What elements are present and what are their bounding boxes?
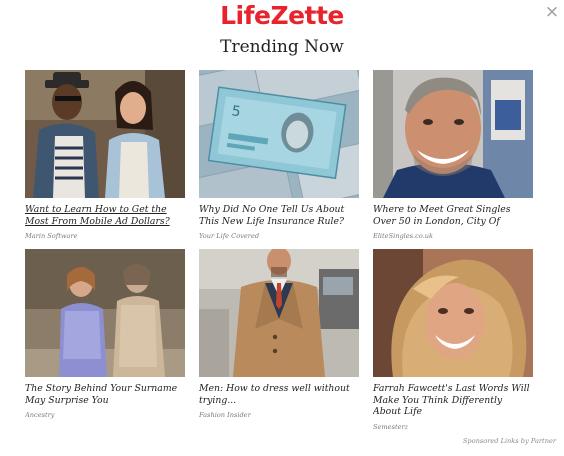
card-source: Fashion Insider: [199, 411, 251, 419]
smiling-man-photo[interactable]: [373, 70, 533, 198]
card-title[interactable]: Want to Learn How to Get the Most From M…: [25, 204, 185, 227]
banknotes-photo[interactable]: 5: [199, 70, 359, 198]
recommendation-card[interactable]: 5 Why Did No One Tell Us About This New …: [199, 70, 359, 249]
card-source: EliteSingles.co.uk: [373, 232, 434, 240]
recommendation-card[interactable]: Men: How to dress well without trying...…: [199, 249, 359, 432]
sponsored-links-label[interactable]: Sponsored Links by Partner: [463, 437, 556, 445]
card-title[interactable]: Where to Meet Great Singles Over 50 in L…: [373, 204, 533, 227]
section-heading: Trending Now: [220, 37, 344, 57]
vintage-girls-photo[interactable]: [25, 249, 185, 377]
couple-laughing-photo[interactable]: [25, 70, 185, 198]
recommendation-card[interactable]: Want to Learn How to Get the Most From M…: [25, 70, 185, 249]
recommendation-card[interactable]: Where to Meet Great Singles Over 50 in L…: [373, 70, 533, 249]
card-source: Your Life Covered: [199, 232, 260, 240]
card-title[interactable]: Farrah Fawcett's Last Words Will Make Yo…: [373, 383, 533, 418]
card-source: Semesterz: [373, 422, 409, 431]
blonde-woman-photo[interactable]: [373, 249, 533, 377]
card-title[interactable]: Men: How to dress well without trying...: [199, 383, 359, 406]
card-title[interactable]: Why Did No One Tell Us About This New Li…: [199, 204, 359, 227]
man-in-coat-photo[interactable]: [199, 249, 359, 377]
recommendation-card[interactable]: Farrah Fawcett's Last Words Will Make Yo…: [373, 249, 533, 432]
close-icon[interactable]: ×: [544, 4, 560, 21]
recommendation-card[interactable]: The Story Behind Your Surname May Surpri…: [25, 249, 185, 432]
recommendation-grid: Want to Learn How to Get the Most From M…: [25, 70, 533, 432]
card-title[interactable]: The Story Behind Your Surname May Surpri…: [25, 383, 185, 406]
card-source: Ancestry: [25, 411, 55, 419]
lifezette-logo[interactable]: LifeZette: [0, 2, 564, 30]
card-source: Marin Software: [25, 232, 78, 240]
